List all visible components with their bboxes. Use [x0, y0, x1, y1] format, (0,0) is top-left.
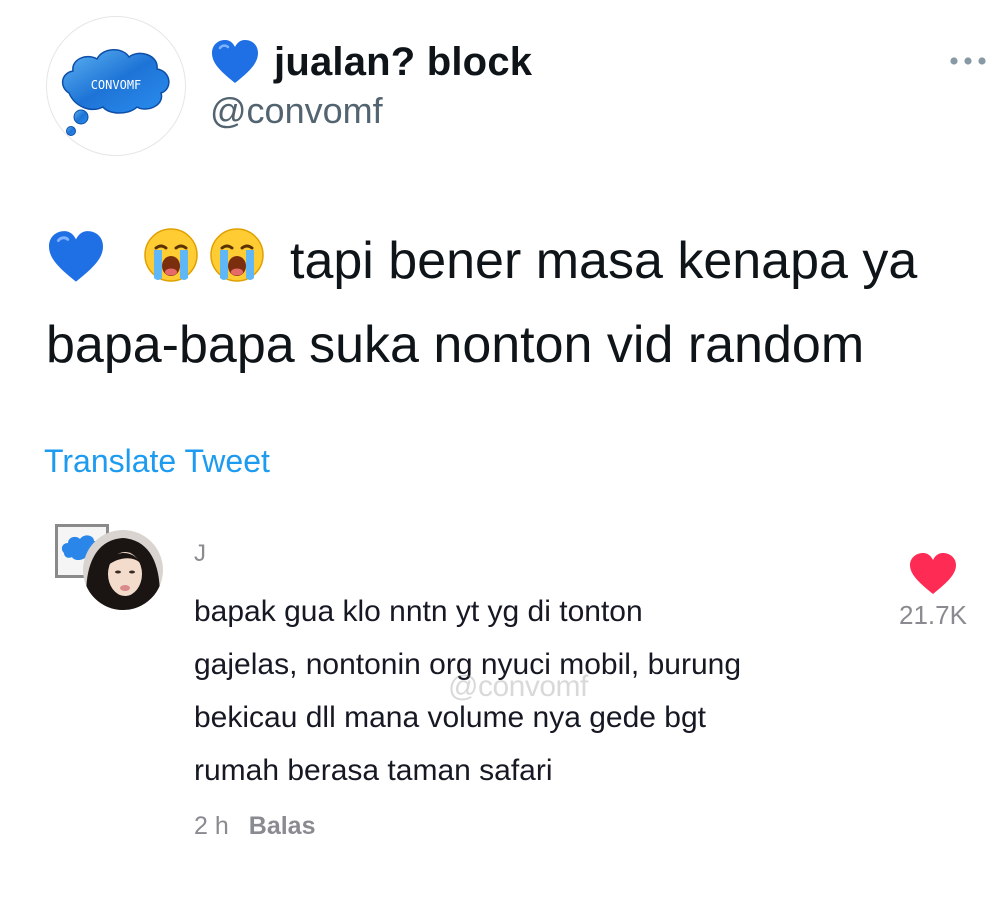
like-count: 21.7K	[899, 600, 967, 630]
commenter-avatar[interactable]	[83, 530, 163, 610]
heart-icon[interactable]	[908, 552, 958, 596]
blue-heart-icon	[46, 228, 106, 306]
loudly-crying-face-icon	[208, 226, 266, 306]
loudly-crying-face-icon	[142, 226, 200, 306]
author-avatar[interactable]: CONVOMF	[46, 16, 186, 156]
author-display-name[interactable]: jualan? block	[274, 40, 532, 85]
comment-meta: 2 h Balas	[194, 812, 315, 841]
comment-line: bapak gua klo nntn yt yg di tonton	[194, 595, 643, 628]
comment-line: rumah berasa taman safari	[194, 754, 553, 787]
author-handle[interactable]: @convomf	[210, 90, 383, 132]
translate-tweet-link[interactable]: Translate Tweet	[44, 443, 270, 480]
comment-time: 2 h	[194, 812, 229, 840]
commenter-username[interactable]: J	[194, 540, 206, 568]
reply-button[interactable]: Balas	[249, 812, 316, 841]
author-name-row: jualan? block	[210, 36, 532, 88]
tweet-text: tapi bener masa kenapa ya bapa-bapa suka…	[46, 222, 996, 384]
watermark: @convomf	[448, 670, 588, 703]
more-dots-icon[interactable]	[946, 48, 990, 74]
avatar-logo-text: CONVOMF	[91, 78, 142, 92]
blue-heart-icon	[210, 39, 260, 85]
